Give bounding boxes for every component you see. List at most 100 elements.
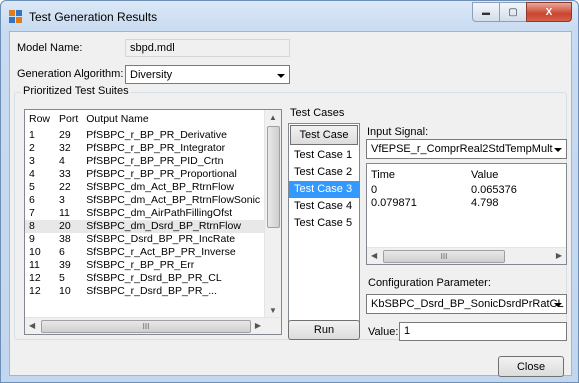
row-number-cell: 1 xyxy=(29,129,35,141)
algorithm-dropdown[interactable]: Diversity xyxy=(125,65,290,84)
test-case-item[interactable]: Test Case 1 xyxy=(289,147,359,164)
table-row[interactable]: 6 3 SfSBPC_dm_Act_BP_RtrnFlowSonic xyxy=(25,194,264,207)
window-title: Test Generation Results xyxy=(29,10,158,24)
suites-scroll-thumb[interactable] xyxy=(267,126,280,228)
maximize-icon: ▢ xyxy=(508,6,518,18)
test-case-item[interactable]: Test Case 4 xyxy=(289,198,359,215)
table-row[interactable]: 8 20 SfSBPC_dm_Dsrd_BP_RtrnFlow xyxy=(25,220,265,233)
suites-hscroll-thumb[interactable]: III xyxy=(41,320,251,333)
row-number-cell: 10 xyxy=(29,246,41,258)
suites-horizontal-scrollbar[interactable]: ◀ III ▶ xyxy=(25,317,281,334)
table-row[interactable]: 9 38 SfSBPC_Dsrd_BP_PR_IncRate xyxy=(25,233,264,246)
config-param-value: KbSBPC_Dsrd_BP_SonicDsrdPrRatCL xyxy=(371,298,564,310)
table-row[interactable]: 11 39 SfSBPC_r_BP_PR_Err xyxy=(25,259,264,272)
port-cell: 3 xyxy=(59,194,65,206)
table-row[interactable]: 7 11 SfSBPC_dm_AirPathFillingOfst xyxy=(25,207,264,220)
test-suites-list[interactable]: Row Port Output Name 1 29 PfSBPC_r_BP_PR_D… xyxy=(24,109,282,335)
dialog-window: Test Generation Results ▬ ▢ X Model Name… xyxy=(0,0,579,383)
maximize-button[interactable]: ▢ xyxy=(499,2,527,22)
close-window-button[interactable]: X xyxy=(526,2,572,22)
close-icon: X xyxy=(545,6,553,18)
scroll-right-icon[interactable]: ▶ xyxy=(255,321,261,330)
scroll-down-icon[interactable]: ▼ xyxy=(269,306,277,315)
table-row[interactable]: 12 5 SfSBPC_r_Dsrd_BP_PR_CL xyxy=(25,272,264,285)
port-cell: 22 xyxy=(59,181,71,193)
row-number-cell: 7 xyxy=(29,207,35,219)
output-name-cell: SfSBPC_r_Dsrd_BP_PR_... xyxy=(86,285,217,297)
port-cell: 39 xyxy=(59,259,71,271)
chevron-down-icon xyxy=(277,74,285,78)
window-controls: ▬ ▢ X xyxy=(472,2,572,22)
column-header-row[interactable]: Row xyxy=(25,113,55,126)
table-row[interactable]: 0.079871 4.798 xyxy=(367,197,521,210)
table-row[interactable]: 1 29 PfSBPC_r_BP_PR_Derivative xyxy=(25,129,264,142)
chevron-down-icon xyxy=(554,303,562,307)
scroll-left-icon[interactable]: ◀ xyxy=(371,251,377,260)
value-input[interactable]: 1 xyxy=(399,322,567,341)
output-name-cell: SfSBPC_r_BP_PR_Err xyxy=(86,259,195,271)
app-icon xyxy=(9,10,23,24)
table-row[interactable]: 0 0.065376 xyxy=(367,184,521,197)
port-cell: 29 xyxy=(59,129,71,141)
test-case-item[interactable]: Test Case 2 xyxy=(289,164,359,181)
output-name-cell: SfSBPC_dm_AirPathFillingOfst xyxy=(86,207,233,219)
output-name-cell: PfSBPC_r_BP_PR_Proportional xyxy=(86,168,237,180)
algorithm-label: Generation Algorithm: xyxy=(17,68,124,80)
signal-horizontal-scrollbar[interactable]: ◀ III ▶ xyxy=(367,247,566,264)
port-cell: 38 xyxy=(59,233,71,245)
table-row[interactable]: 2 32 PfSBPC_r_BP_PR_Integrator xyxy=(25,142,264,155)
row-number-cell: 2 xyxy=(29,142,35,154)
column-header-value[interactable]: Value xyxy=(467,167,521,184)
minimize-button[interactable]: ▬ xyxy=(472,2,500,22)
row-number-cell: 11 xyxy=(29,259,40,271)
scroll-up-icon[interactable]: ▲ xyxy=(269,113,277,122)
row-number-cell: 9 xyxy=(29,233,35,245)
output-name-cell: SfSBPC_r_Dsrd_BP_PR_CL xyxy=(86,272,222,284)
table-row[interactable]: 12 10 SfSBPC_r_Dsrd_BP_PR_... xyxy=(25,285,264,298)
port-cell: 4 xyxy=(59,155,65,167)
table-row[interactable]: 10 6 SfSBPC_r_Act_BP_PR_Inverse xyxy=(25,246,264,259)
test-cases-label: Test Cases xyxy=(290,107,345,119)
port-cell: 20 xyxy=(55,220,83,233)
column-header-port[interactable]: Port xyxy=(55,113,82,126)
input-signal-dropdown[interactable]: VfEPSE_r_ComprReal2StdTempMult xyxy=(366,139,567,159)
signal-header-row: Time Value xyxy=(367,167,521,184)
close-button[interactable]: Close xyxy=(498,356,564,377)
suites-header-row: Row Port Output Name xyxy=(25,113,264,126)
column-header-time[interactable]: Time xyxy=(367,167,467,184)
table-row[interactable]: 3 4 PfSBPC_r_BP_PR_PID_Crtn xyxy=(25,155,264,168)
output-name-cell: SfSBPC_r_Act_BP_PR_Inverse xyxy=(86,246,236,258)
output-name-cell: PfSBPC_r_BP_PR_Derivative xyxy=(86,129,227,141)
table-row[interactable]: 5 22 SfSBPC_dm_Act_BP_RtrnFlow xyxy=(25,181,264,194)
model-name-field: sbpd.mdl xyxy=(125,39,290,57)
test-case-item[interactable]: Test Case 5 xyxy=(289,215,359,232)
scroll-left-icon[interactable]: ◀ xyxy=(29,321,35,330)
output-name-cell: PfSBPC_r_BP_PR_PID_Crtn xyxy=(86,155,224,167)
row-number-cell: 6 xyxy=(29,194,35,206)
value-cell: 4.798 xyxy=(471,197,499,209)
column-header-output-name[interactable]: Output Name xyxy=(82,113,264,126)
test-cases-list[interactable]: Test Case Test Case 1 Test Case 2 Test Cas… xyxy=(288,123,360,335)
port-cell: 33 xyxy=(59,168,71,180)
test-case-item[interactable]: Test Case 3 xyxy=(289,181,359,198)
dialog-client-area: Model Name: sbpd.mdl Generation Algorith… xyxy=(9,31,572,377)
table-row[interactable]: 4 33 PfSBPC_r_BP_PR_Proportional xyxy=(25,168,264,181)
value-label: Value: xyxy=(368,326,399,338)
row-number-cell: 3 xyxy=(29,155,35,167)
signal-hscroll-thumb[interactable]: III xyxy=(383,250,505,263)
row-number-cell: 5 xyxy=(29,181,35,193)
signal-values-table[interactable]: Time Value 0 0.065376 0.079871 4.798 ◀ III … xyxy=(366,163,567,265)
title-bar: Test Generation Results xyxy=(9,7,157,27)
run-button[interactable]: Run xyxy=(288,320,360,340)
input-signal-label: Input Signal: xyxy=(367,126,429,138)
model-name-label: Model Name: xyxy=(17,42,83,54)
output-name-cell: SfSBPC_dm_Act_BP_RtrnFlowSonic xyxy=(86,194,261,206)
port-cell: 5 xyxy=(59,272,65,284)
time-cell: 0 xyxy=(371,184,378,196)
suites-vertical-scrollbar[interactable]: ▲ ▼ xyxy=(264,110,281,318)
config-param-dropdown[interactable]: KbSBPC_Dsrd_BP_SonicDsrdPrRatCL xyxy=(366,294,567,314)
input-signal-value: VfEPSE_r_ComprReal2StdTempMult xyxy=(371,143,553,155)
row-number-cell: 12 xyxy=(29,285,41,297)
scroll-right-icon[interactable]: ▶ xyxy=(556,251,562,260)
value-cell: 0.065376 xyxy=(471,184,517,196)
